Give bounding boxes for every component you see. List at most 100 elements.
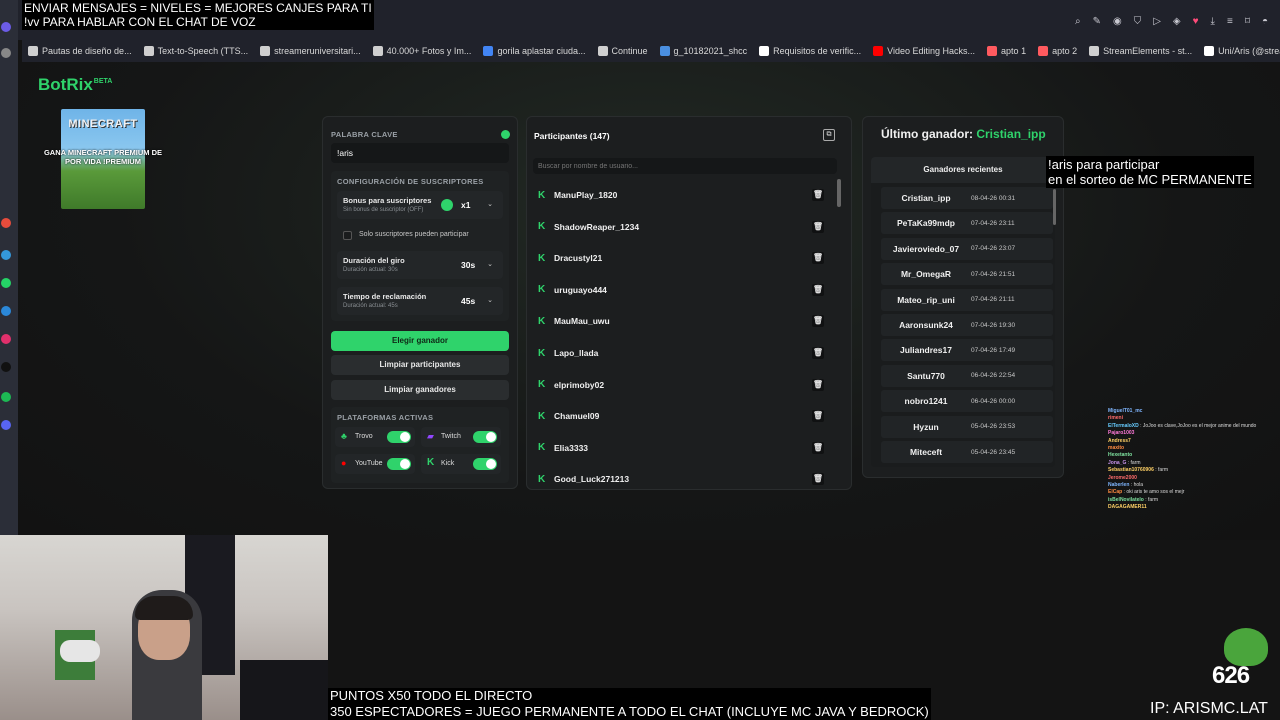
participants-scrollbar[interactable]	[837, 179, 841, 207]
chat-text: : JoJoo es clave,JoJoo es el mejor anime…	[1138, 422, 1257, 429]
trash-icon[interactable]: 🗑	[812, 441, 824, 454]
bookmark-item[interactable]: Video Editing Hacks...	[867, 46, 981, 56]
bookmark-item[interactable]: apto 1	[981, 46, 1032, 56]
chat-message: Pajaro1003	[1108, 430, 1278, 437]
trash-icon[interactable]: 🗑	[812, 473, 824, 486]
keyword-label: PALABRA CLAVE	[331, 130, 398, 139]
webcam-chair	[240, 660, 328, 720]
chat-message: Jona_G : farm	[1108, 460, 1278, 467]
winners-scrollbar[interactable]	[1053, 189, 1056, 225]
trash-icon[interactable]: 🗑	[812, 410, 824, 423]
winner-name: Miteceft	[909, 447, 943, 457]
minecraft-promo-caption: GANA MINECRAFT PREMIUM DE POR VIDA !PREM…	[43, 148, 163, 166]
pick-winner-button[interactable]: Elegir ganador	[331, 331, 509, 351]
winner-row: Juliandres17 07-04-26 17:49	[881, 339, 1053, 362]
instagram-icon[interactable]	[1, 334, 11, 344]
twitch-icon: ▰	[427, 431, 434, 441]
participant-name: Elia3333	[554, 442, 589, 453]
participant-row: Kuruguayo444 🗑	[535, 276, 830, 304]
bookmark-label: Uni/Aris (@streame...	[1218, 46, 1280, 56]
bookmark-item[interactable]: Text-to-Speech (TTS...	[138, 46, 255, 56]
bookmark-favicon-icon	[987, 46, 998, 56]
play-icon[interactable]: ▷	[1153, 16, 1161, 27]
trash-icon[interactable]: 🗑	[812, 283, 824, 296]
chat-text: : farm	[1143, 496, 1159, 503]
x-icon[interactable]	[1, 362, 11, 372]
trash-icon[interactable]: 🗑	[812, 189, 824, 201]
chat-username: isBelNovilatelo	[1108, 496, 1144, 503]
download-icon[interactable]: ⤓	[1211, 16, 1215, 27]
bookmark-icon[interactable]: ⌑	[1245, 16, 1250, 27]
bookmarks-bar: Pautas de diseño de... Text-to-Speech (TT…	[22, 40, 1280, 62]
kick-icon: K	[538, 221, 546, 233]
edit-icon[interactable]: ✎	[1093, 16, 1101, 27]
info-icon[interactable]	[501, 130, 510, 139]
winner-name: Santu770	[907, 370, 945, 381]
spin-duration-select[interactable]: 30s ⌄	[457, 257, 497, 273]
clear-winners-button[interactable]: Limpiar ganadores	[331, 380, 509, 400]
bookmark-label: apto 1	[1001, 46, 1027, 56]
messenger-icon[interactable]	[1, 306, 11, 316]
keyword-input[interactable]: !aris	[331, 143, 509, 163]
participant-search-input[interactable]	[533, 158, 837, 174]
youtube-toggle[interactable]	[387, 458, 411, 470]
spin-duration-hint: Duración actual: 30s	[343, 267, 398, 273]
twitch-toggle[interactable]	[473, 431, 497, 443]
chat-username: maxito	[1108, 445, 1125, 452]
trovo-toggle[interactable]	[387, 431, 411, 443]
platforms-label: PLATAFORMAS ACTIVAS	[337, 413, 434, 422]
sidebar-app-icon[interactable]	[1, 420, 11, 430]
trash-icon[interactable]: 🗑	[812, 378, 824, 391]
bookmark-item[interactable]: Uni/Aris (@streame...	[1198, 46, 1280, 56]
sub-bonus-select[interactable]: x1 ⌄	[457, 197, 497, 213]
trash-icon[interactable]: 🗑	[812, 220, 824, 233]
heart-icon[interactable]: ♥	[1193, 16, 1199, 27]
sidebar-app-icon[interactable]	[1, 22, 11, 32]
subs-only-checkbox[interactable]	[343, 231, 352, 240]
sidebar-app-icon[interactable]	[1, 48, 11, 58]
menu-icon[interactable]: ≡	[1227, 16, 1233, 27]
participant-row: K Lapo_llada 🗑	[535, 339, 830, 367]
sidebar-app-icon[interactable]	[1, 218, 11, 228]
bookmark-favicon-icon	[1089, 46, 1100, 56]
bookmark-item[interactable]: Pautas de diseño de...	[22, 46, 138, 56]
profile-icon[interactable]: ◓	[1262, 16, 1268, 27]
sidebar-app-icon[interactable]	[1, 250, 11, 260]
kick-toggle[interactable]	[473, 458, 497, 470]
extensions-icon[interactable]: ◈	[1173, 16, 1181, 27]
bookmark-item[interactable]: gorila aplastar ciuda...	[477, 46, 591, 56]
participant-row: K Elia3333 🗑	[535, 434, 830, 462]
recent-winners-title: Ganadores recientes	[871, 157, 1055, 183]
pepe-emote	[1224, 628, 1268, 666]
bookmark-item[interactable]: apto 2	[1032, 46, 1083, 56]
chat-message: DAGAGAMER11	[1108, 504, 1278, 511]
spotify-icon[interactable]	[1, 392, 11, 402]
subs-only-checkbox-row[interactable]: Solo suscriptores pueden participar	[337, 227, 503, 245]
trash-icon[interactable]: 🗑	[812, 347, 824, 359]
shield-icon[interactable]: ⛉	[1134, 16, 1142, 27]
chat-username: rimeni	[1108, 415, 1124, 422]
platform-twitch: ▰ Twitch	[421, 427, 501, 447]
bookmark-item[interactable]: StreamElements - st...	[1083, 46, 1198, 56]
bookmark-item[interactable]: Continue	[592, 46, 654, 56]
info-icon[interactable]	[441, 199, 453, 211]
bookmark-favicon-icon	[143, 46, 154, 56]
clear-participants-button[interactable]: Limpiar participantes	[331, 355, 509, 375]
trash-icon[interactable]: 🗑	[812, 315, 824, 328]
camera-icon[interactable]: ◉	[1113, 16, 1122, 27]
bookmark-item[interactable]: streameruniversitari...	[254, 46, 367, 56]
whatsapp-icon[interactable]	[1, 278, 11, 288]
bookmark-item[interactable]: Requisitos de verific...	[753, 46, 867, 56]
chat-username: Pajaro1003	[1108, 430, 1135, 437]
chat-username: Jerome2000	[1108, 474, 1137, 481]
bookmark-item[interactable]: g_10182021_shcc	[654, 46, 754, 56]
copy-icon[interactable]: ⧉	[823, 129, 835, 141]
site-logo[interactable]: BotRixBETA	[38, 75, 112, 95]
trash-icon[interactable]: 🗑	[812, 252, 824, 265]
winner-row: Mateo_rip_uni 07-04-26 21:11	[881, 288, 1053, 311]
claim-time-select[interactable]: 45s ⌄	[457, 293, 497, 309]
chat-message: isBelNovilatelo : farm	[1108, 497, 1278, 504]
bookmark-item[interactable]: 40.000+ Fotos y Im...	[367, 46, 478, 56]
search-icon[interactable]: ⌕	[1075, 16, 1081, 27]
bookmark-favicon-icon	[1038, 46, 1049, 56]
